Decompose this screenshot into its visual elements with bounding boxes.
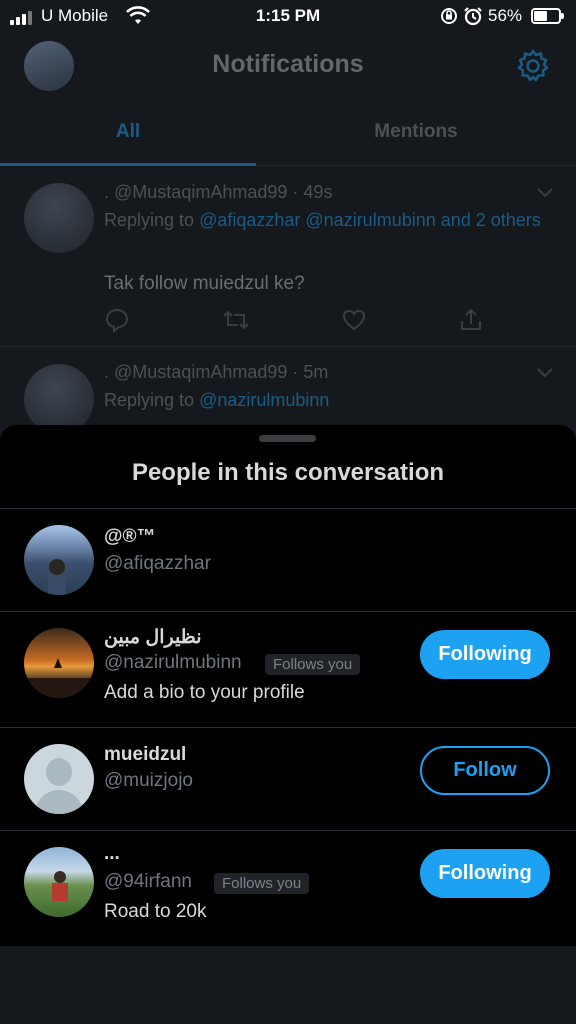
tweet-header: . @MustaqimAhmad99 · 5m: [104, 362, 329, 382]
avatar[interactable]: [24, 628, 94, 698]
follow-button[interactable]: Follow: [420, 746, 550, 795]
below-sheet-area: [0, 946, 576, 1024]
tweet-header: . @MustaqimAhmad99 · 49s: [104, 182, 333, 202]
sheet-drag-handle[interactable]: [259, 435, 316, 442]
replying-to: Replying to @afiqazzhar @nazirulmubinn a…: [104, 210, 541, 230]
person-name: @®™: [104, 526, 156, 547]
gear-icon[interactable]: [515, 48, 551, 89]
user-name: .: [104, 182, 110, 202]
battery-icon: [531, 8, 564, 24]
rotation-lock-icon: [440, 7, 458, 30]
notification-item[interactable]: . @MustaqimAhmad99 · 49s Replying to @af…: [0, 167, 576, 347]
person-row[interactable]: @®™ @afiqazzhar: [0, 509, 576, 611]
mention-links[interactable]: @afiqazzhar @nazirulmubinn and 2 others: [199, 210, 541, 230]
tweet-actions: [104, 307, 484, 333]
retweet-icon[interactable]: [221, 307, 251, 333]
alarm-icon: [463, 6, 483, 31]
tweet-time: 49s: [303, 182, 333, 202]
default-avatar-icon[interactable]: [24, 744, 94, 814]
following-button[interactable]: Following: [420, 849, 550, 898]
person-bio: Road to 20k: [104, 901, 207, 922]
person-name: ...: [104, 843, 120, 864]
people-sheet: People in this conversation @®™ @afiqazz…: [0, 425, 576, 946]
avatar[interactable]: [24, 364, 94, 434]
user-name: .: [104, 362, 110, 382]
tweet-time: 5m: [303, 362, 329, 382]
battery-percentage: 56%: [488, 6, 523, 25]
person-row[interactable]: ... @94irfann Follows you Road to 20k Fo…: [0, 831, 576, 946]
page-title: Notifications: [212, 50, 364, 78]
person-name: mueidzul: [104, 744, 187, 765]
avatar[interactable]: [24, 847, 94, 917]
tweet-text: Tak follow muiedzul ke?: [104, 273, 305, 294]
tab-all[interactable]: All: [0, 104, 256, 166]
replying-to: Replying to @nazirulmubinn: [104, 390, 330, 410]
person-handle: @afiqazzhar: [104, 553, 211, 574]
user-handle: @MustaqimAhmad99: [114, 182, 288, 202]
notification-tabs: All Mentions: [0, 104, 576, 166]
mention-links[interactable]: @nazirulmubinn: [199, 390, 329, 410]
person-bio: Add a bio to your profile: [104, 682, 305, 703]
reply-icon[interactable]: [104, 307, 130, 333]
follows-you-badge: Follows you: [214, 873, 310, 894]
following-button[interactable]: Following: [420, 630, 550, 679]
person-row[interactable]: نظيرال مبين @nazirulmubinn Follows you A…: [0, 612, 576, 727]
sheet-title: People in this conversation: [131, 459, 445, 486]
person-handle: @nazirulmubinn: [104, 652, 242, 673]
chevron-down-icon[interactable]: [536, 367, 554, 379]
tab-mentions[interactable]: Mentions: [288, 104, 544, 166]
top-nav-bar: Notifications: [0, 34, 576, 98]
share-icon[interactable]: [458, 307, 484, 333]
avatar[interactable]: [24, 183, 94, 253]
like-icon[interactable]: [341, 307, 367, 333]
person-handle: @muizjojo: [104, 770, 193, 791]
follows-you-badge: Follows you: [265, 654, 361, 675]
person-name: نظيرال مبين: [104, 627, 202, 648]
person-row[interactable]: mueidzul @muizjojo Follow: [0, 728, 576, 830]
status-bar: U Mobile 1:15 PM 56%: [0, 0, 576, 34]
chevron-down-icon[interactable]: [536, 187, 554, 199]
avatar[interactable]: [24, 525, 94, 595]
person-handle: @94irfann: [104, 871, 192, 892]
user-handle: @MustaqimAhmad99: [114, 362, 288, 382]
